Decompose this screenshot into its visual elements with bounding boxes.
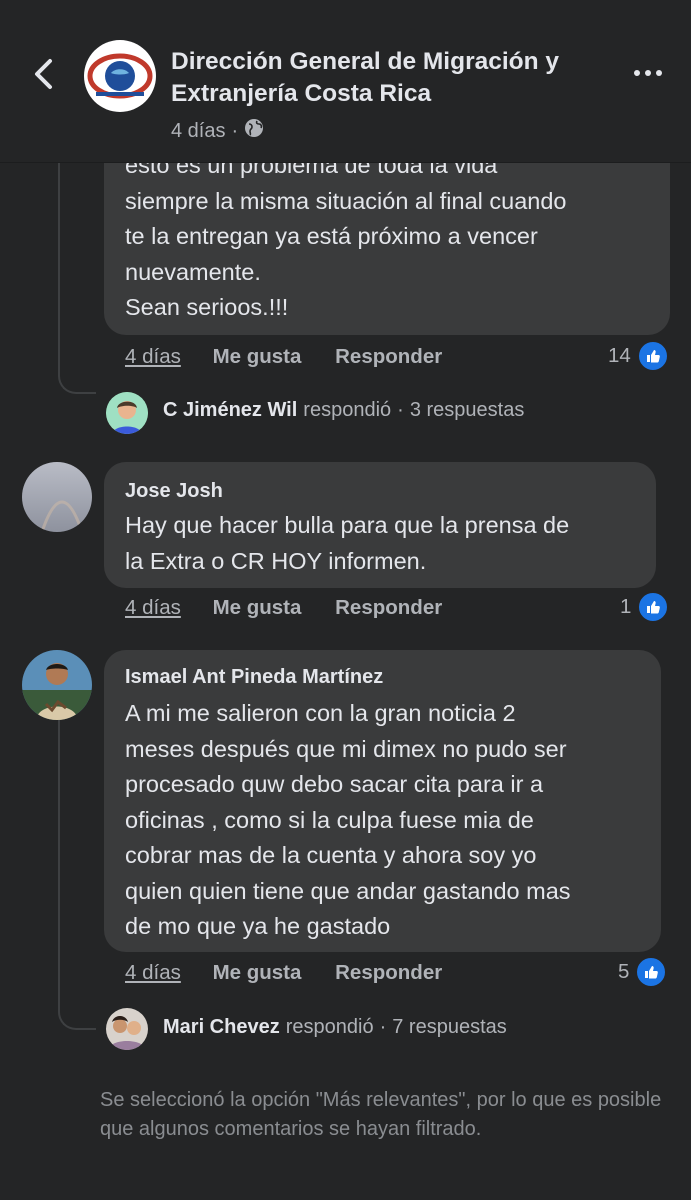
reply-button[interactable]: Responder [335,961,442,984]
meta-separator: · [231,119,239,142]
avatar[interactable] [106,392,148,434]
reaction-count[interactable]: 1 [620,591,670,623]
reply-verb: respondió [303,399,392,421]
reply-author[interactable]: C Jiménez Wil [163,399,297,422]
comment-text: A mi me salieron con la gran noticia 2 m… [125,700,571,939]
avatar[interactable] [106,1008,148,1050]
page-avatar[interactable] [84,40,156,112]
post-time[interactable]: 4 días [171,120,225,143]
thread-line [58,720,96,1030]
comment-author[interactable]: Jose Josh [125,478,223,504]
reaction-count[interactable]: 5 [618,956,668,988]
like-count: 5 [618,960,630,983]
comment-actions: 4 días Me gusta Responder [125,596,442,620]
reply-author[interactable]: Mari Chevez [163,1016,280,1039]
reply-separator: · [379,1016,387,1038]
reply-verb: respondió [285,1016,374,1038]
like-button[interactable]: Me gusta [213,961,302,984]
more-dot [634,70,640,76]
replies-summary[interactable]: C Jiménez Wil respondió · 3 respuestas [163,399,524,422]
page-title[interactable]: Dirección General de Migración y Extranj… [171,46,611,110]
comments-list: esto es un problema de toda la vida siem… [0,0,691,1200]
more-dot [656,70,662,76]
comment-text: esto es un problema de toda la vida siem… [125,152,567,320]
comment-actions: 4 días Me gusta Responder [125,345,442,369]
reply-count: 7 respuestas [392,1016,507,1038]
comment-time[interactable]: 4 días [125,596,181,619]
comment-bubble[interactable]: Jose Josh Hay que hacer bulla para que l… [104,462,656,588]
post-meta: 4 días · [171,118,264,144]
like-count: 14 [608,344,631,367]
thumbs-up-icon [635,956,668,988]
more-dot [645,70,651,76]
back-button[interactable] [28,58,58,94]
reply-button[interactable]: Responder [335,345,442,368]
like-button[interactable]: Me gusta [213,345,302,368]
avatar[interactable] [22,462,92,532]
globe-icon [244,118,264,144]
avatar[interactable] [22,650,92,720]
post-header: Dirección General de Migración y Extranj… [0,0,691,163]
more-options-button[interactable] [634,70,662,76]
like-count: 1 [620,595,632,618]
reply-separator: · [397,399,404,421]
reply-count: 3 respuestas [409,399,525,421]
filter-notice: Se seleccionó la opción "Más relevantes"… [100,1089,662,1140]
reaction-count[interactable]: 14 [608,340,669,372]
thumbs-up-icon [636,340,669,372]
comment-text: Hay que hacer bulla para que la prensa d… [125,512,570,574]
comment-author[interactable]: Ismael Ant Pineda Martínez [125,664,383,690]
thread-line [58,160,96,394]
replies-summary[interactable]: Mari Chevez respondió · 7 respuestas [163,1016,507,1039]
comment-time[interactable]: 4 días [125,345,181,368]
comment-actions: 4 días Me gusta Responder [125,961,442,985]
thumbs-up-icon [637,591,670,623]
comment-bubble[interactable]: Ismael Ant Pineda Martínez A mi me salie… [104,650,661,952]
comment-time[interactable]: 4 días [125,961,181,984]
chevron-left-icon [32,58,54,95]
like-button[interactable]: Me gusta [213,596,302,619]
reply-button[interactable]: Responder [335,596,442,619]
